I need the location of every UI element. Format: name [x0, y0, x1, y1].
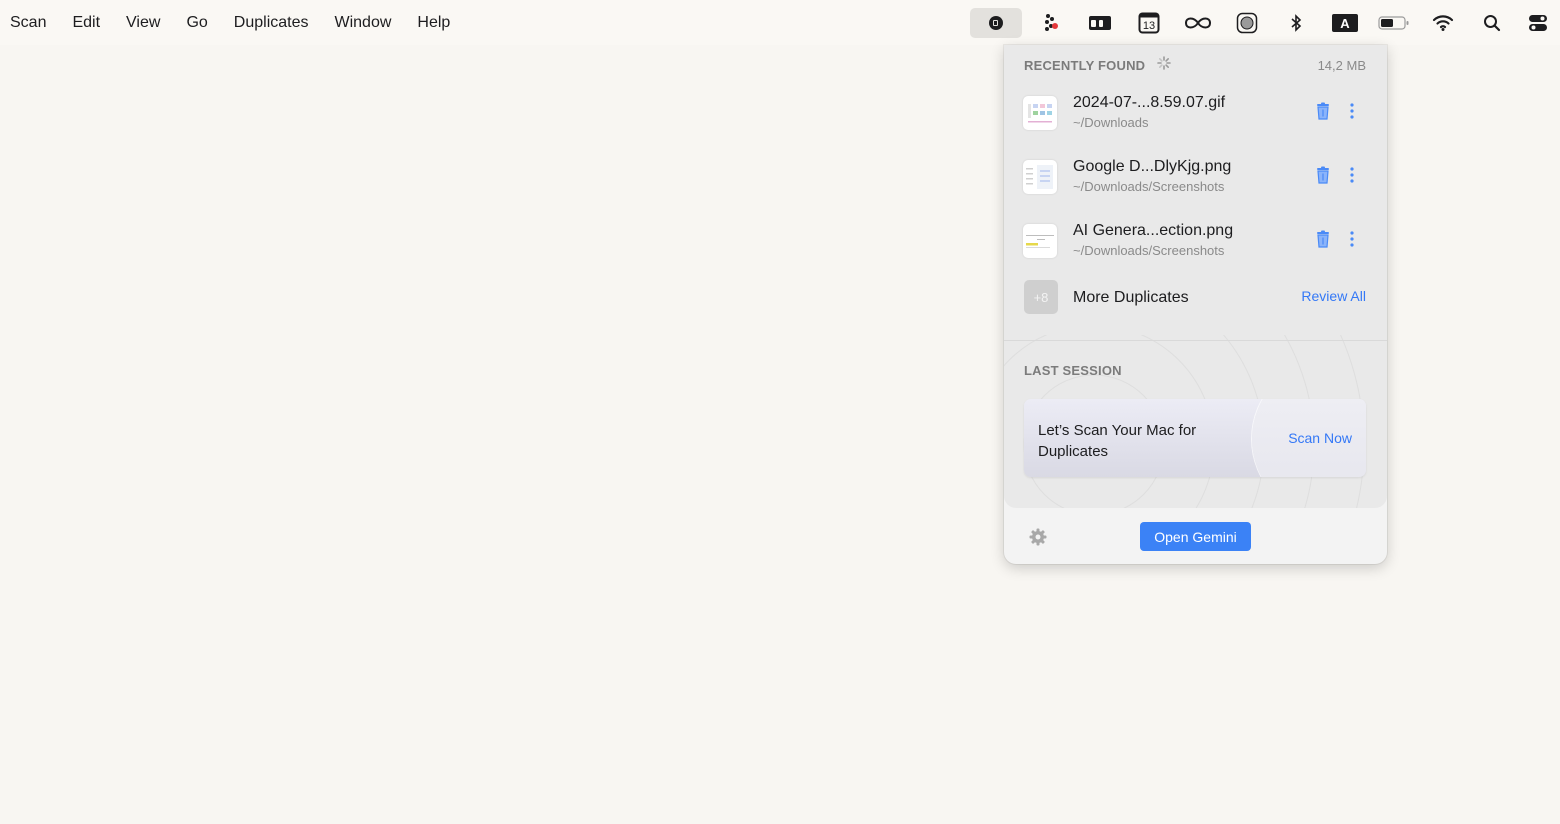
menu-duplicates[interactable]: Duplicates	[234, 14, 309, 32]
more-options-icon[interactable]	[1347, 166, 1357, 184]
trash-icon[interactable]	[1315, 230, 1331, 248]
scan-now-button[interactable]: Scan Now	[1288, 430, 1352, 446]
input-source-letter: A	[1340, 16, 1350, 31]
wifi-icon[interactable]	[1418, 8, 1467, 38]
file-path: ~/Downloads	[1073, 115, 1149, 130]
more-duplicates-label: More Duplicates	[1073, 289, 1189, 306]
wallet-icon[interactable]	[1075, 8, 1124, 38]
calendar-icon[interactable]: 13	[1124, 8, 1173, 38]
more-options-icon[interactable]	[1347, 230, 1357, 248]
battery-icon[interactable]	[1369, 8, 1418, 38]
infinity-icon[interactable]	[1173, 8, 1222, 38]
gemini-popover: RECENTLY FOUND 14,2 MB 2024-07-...8.59.0…	[1004, 45, 1387, 564]
file-row[interactable]: AI Genera...ection.png ~/Downloads/Scree…	[1004, 218, 1387, 274]
file-row[interactable]: Google D...DlyKjg.png ~/Downloads/Screen…	[1004, 154, 1387, 210]
open-gemini-button[interactable]: Open Gemini	[1140, 522, 1251, 551]
menu-window[interactable]: Window	[334, 14, 391, 32]
file-path: ~/Downloads/Screenshots	[1073, 243, 1225, 258]
settings-gear-icon[interactable]	[1028, 527, 1048, 547]
content-panel: RECENTLY FOUND 14,2 MB 2024-07-...8.59.0…	[1004, 45, 1387, 508]
more-duplicates-row: +8 More Duplicates Review All	[1004, 279, 1387, 319]
file-name: Google D...DlyKjg.png	[1073, 158, 1232, 175]
spotlight-search-icon[interactable]	[1467, 8, 1516, 38]
menu-go[interactable]: Go	[186, 14, 207, 32]
gemini-tray-icon[interactable]	[970, 7, 1022, 38]
menu-view[interactable]: View	[126, 14, 160, 32]
file-name: AI Genera...ection.png	[1073, 222, 1234, 239]
loading-spinner-icon	[1157, 56, 1171, 70]
scan-prompt-text: Let’s Scan Your Mac for Duplicates	[1038, 422, 1197, 460]
more-options-icon[interactable]	[1347, 102, 1357, 120]
trash-icon[interactable]	[1315, 102, 1331, 120]
review-all-link[interactable]: Review All	[1301, 288, 1366, 304]
record-icon[interactable]	[1222, 8, 1271, 38]
dots-app-icon[interactable]	[1026, 8, 1075, 38]
input-source-icon[interactable]: A	[1320, 8, 1369, 38]
scan-prompt-card: Let’s Scan Your Mac for Duplicates Scan …	[1024, 399, 1366, 477]
menu-edit[interactable]: Edit	[72, 14, 100, 32]
recently-found-heading: RECENTLY FOUND	[1024, 58, 1146, 73]
file-thumbnail	[1023, 160, 1057, 194]
last-session-heading: LAST SESSION	[1024, 363, 1122, 378]
trash-icon[interactable]	[1315, 166, 1331, 184]
status-tray: 13 A	[970, 0, 1560, 45]
app-menus: Scan Edit View Go Duplicates Window Help	[0, 14, 476, 32]
menu-help[interactable]: Help	[417, 14, 450, 32]
file-row[interactable]: 2024-07-...8.59.07.gif ~/Downloads	[1004, 90, 1387, 146]
menu-bar: Scan Edit View Go Duplicates Window Help…	[0, 0, 1560, 45]
more-count-badge: +8	[1024, 280, 1058, 314]
file-path: ~/Downloads/Screenshots	[1073, 179, 1225, 194]
section-divider	[1004, 340, 1387, 341]
total-size: 14,2 MB	[1317, 58, 1366, 73]
file-thumbnail	[1023, 96, 1057, 130]
menu-scan[interactable]: Scan	[10, 14, 46, 32]
calendar-date: 13	[1142, 20, 1154, 32]
file-name: 2024-07-...8.59.07.gif	[1073, 94, 1226, 111]
bluetooth-icon[interactable]	[1271, 8, 1320, 38]
file-thumbnail	[1023, 224, 1057, 258]
control-center-icon[interactable]	[1516, 8, 1560, 38]
